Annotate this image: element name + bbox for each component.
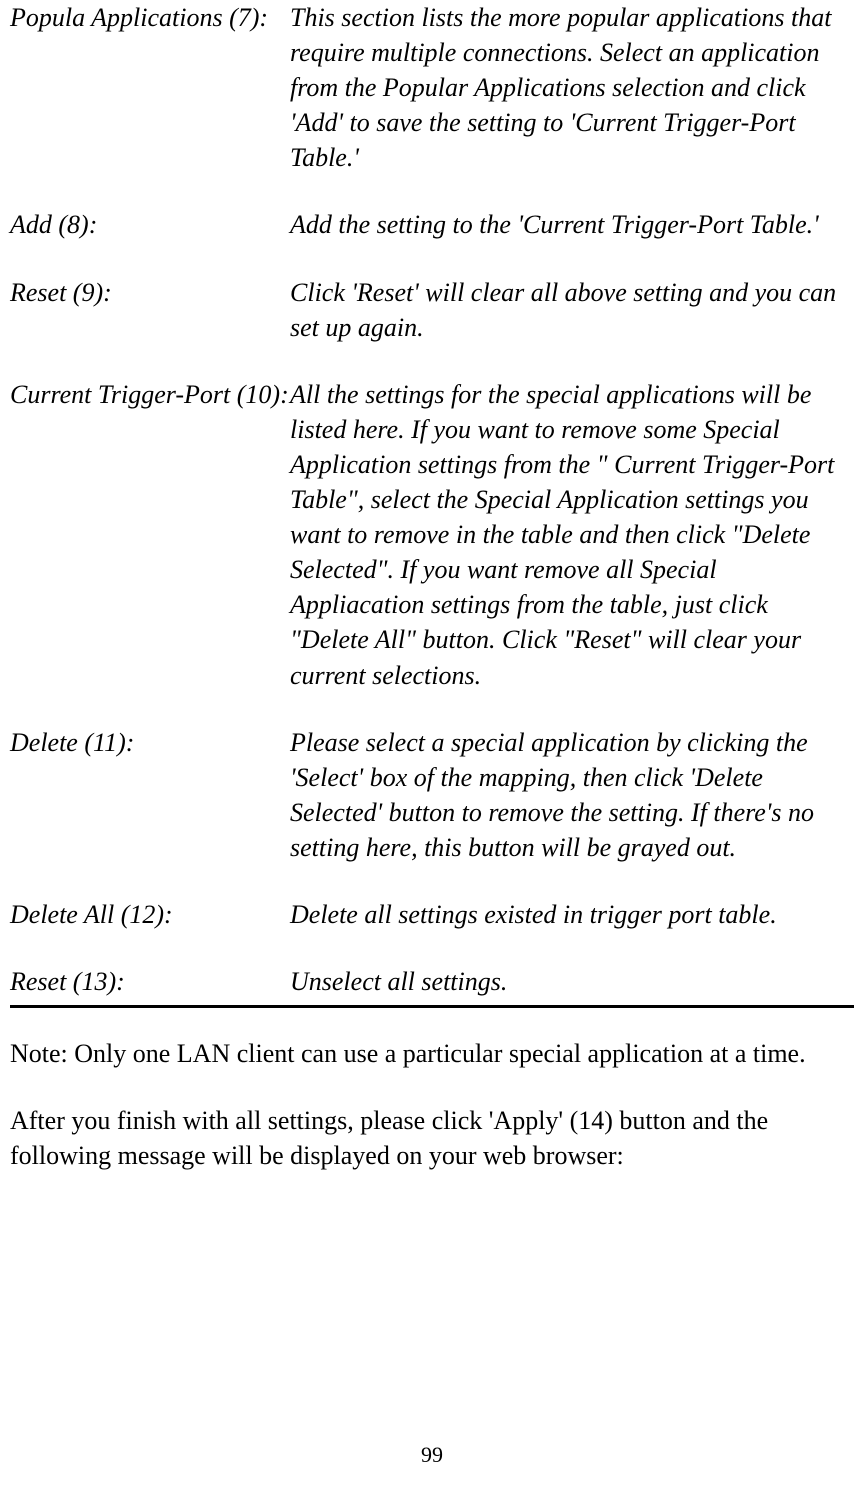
definition-label: Delete (11): [10, 725, 290, 760]
definition-description: Unselect all settings. [290, 964, 854, 999]
definition-label: Reset (13): [10, 964, 290, 999]
definition-label: Reset (9): [10, 275, 290, 310]
page: Popula Applications (7): This section li… [10, 0, 854, 1486]
definition-label: Current Trigger-Port (10): [10, 377, 290, 412]
definition-row: Popula Applications (7): This section li… [10, 0, 854, 175]
definition-description: This section lists the more popular appl… [290, 0, 854, 175]
definition-label: Popula Applications (7): [10, 0, 290, 35]
definition-row: Add (8): Add the setting to the 'Current… [10, 207, 854, 242]
definition-row: Reset (13): Unselect all settings. [10, 964, 854, 999]
page-number: 99 [10, 1442, 854, 1468]
definition-description: Click 'Reset' will clear all above setti… [290, 275, 854, 345]
note-text: After you finish with all settings, plea… [10, 1103, 854, 1173]
definition-description: Add the setting to the 'Current Trigger-… [290, 207, 854, 242]
definition-row: Delete All (12): Delete all settings exi… [10, 897, 854, 932]
note-text: Note: Only one LAN client can use a part… [10, 1036, 854, 1071]
definition-description: Delete all settings existed in trigger p… [290, 897, 854, 932]
definition-row: Current Trigger-Port (10): All the setti… [10, 377, 854, 693]
definition-description: All the settings for the special applica… [290, 377, 854, 693]
definitions-table: Popula Applications (7): This section li… [10, 0, 854, 1008]
definition-row: Reset (9): Click 'Reset' will clear all … [10, 275, 854, 345]
definition-row: Delete (11): Please select a special app… [10, 725, 854, 865]
definition-label: Add (8): [10, 207, 290, 242]
definition-label: Delete All (12): [10, 897, 290, 932]
definition-description: Please select a special application by c… [290, 725, 854, 865]
